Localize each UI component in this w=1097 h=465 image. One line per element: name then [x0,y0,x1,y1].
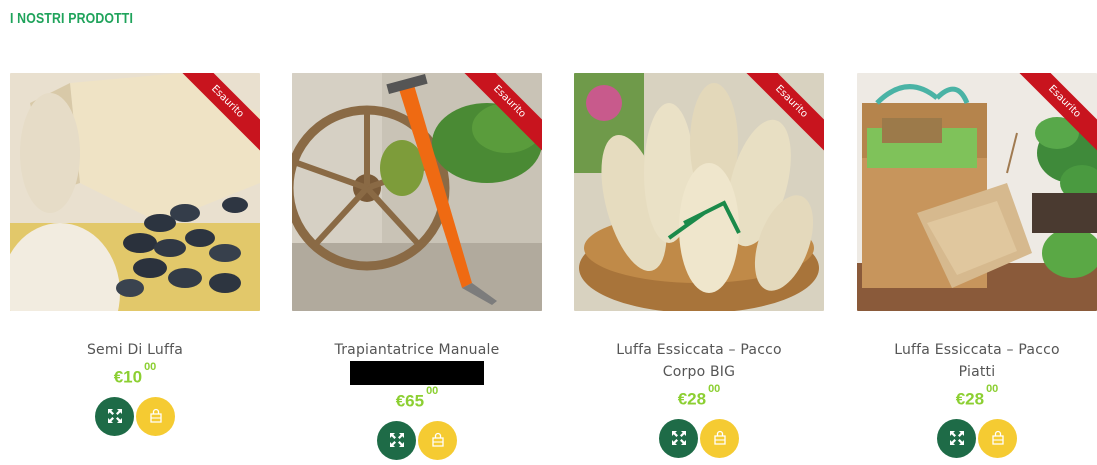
product-card-luffa-piatti[interactable]: Esaurito Luffa Essiccata – Pacco Piatti … [857,73,1097,458]
shopping-bag-icon [149,409,162,423]
product-name-line1[interactable]: Semi Di Luffa [87,342,183,358]
product-image[interactable]: Esaurito [292,73,542,311]
sold-out-ribbon: Esaurito [165,73,260,168]
add-to-cart-button[interactable] [700,418,739,458]
ribbon-label: Esaurito [173,73,260,156]
price-cents: 00 [426,385,439,397]
product-name[interactable]: Semi Di Luffa [10,339,260,361]
expand-arrows-icon [389,433,404,448]
shopping-bag-icon [713,431,726,445]
product-price: €1000 [10,361,260,388]
product-card-luffa-corpo-big[interactable]: Esaurito Luffa Essiccata – Pacco Corpo B… [574,73,824,458]
expand-arrows-icon [107,409,122,424]
quick-view-button[interactable] [659,418,698,458]
quick-view-button[interactable] [937,418,976,458]
price-amount: €28 [955,389,985,409]
redacted-block [350,361,484,385]
product-price: €2800 [857,383,1097,410]
product-price: €2800 [574,383,824,410]
product-card-trapiantatrice[interactable]: Esaurito Trapiantatrice Manuale €6500 [292,73,542,460]
add-to-cart-button[interactable] [978,418,1017,458]
product-image[interactable]: Esaurito [857,73,1097,311]
ribbon-label: Esaurito [737,73,824,156]
product-name-line1[interactable]: Trapiantatrice Manuale [335,342,500,358]
sold-out-ribbon: Esaurito [729,73,824,168]
quick-view-button[interactable] [377,420,416,460]
price-amount: €10 [113,367,143,387]
product-name[interactable]: Luffa Essiccata – Pacco Corpo BIG [574,339,824,383]
product-name-line2[interactable]: Corpo BIG [663,364,735,380]
product-name[interactable]: Luffa Essiccata – Pacco Piatti [857,339,1097,383]
add-to-cart-button[interactable] [136,396,175,436]
product-name-line1[interactable]: Luffa Essiccata – Pacco [894,342,1060,358]
add-to-cart-button[interactable] [418,420,457,460]
product-name-line1[interactable]: Luffa Essiccata – Pacco [616,342,782,358]
product-name-line2[interactable]: Piatti [959,364,996,380]
product-image[interactable]: Esaurito [574,73,824,311]
product-name[interactable]: Trapiantatrice Manuale [292,339,542,385]
price-amount: €28 [677,389,707,409]
quick-view-button[interactable] [95,396,134,436]
sold-out-ribbon: Esaurito [447,73,542,168]
ribbon-label: Esaurito [1010,73,1097,156]
expand-arrows-icon [671,431,686,446]
product-price: €6500 [292,385,542,412]
sold-out-ribbon: Esaurito [1002,73,1097,168]
shopping-bag-icon [991,431,1004,445]
product-card-semi-di-luffa[interactable]: Esaurito Semi Di Luffa €1000 [10,73,260,436]
section-title: I NOSTRI PRODOTTI [10,10,134,27]
price-cents: 00 [708,383,721,395]
expand-arrows-icon [949,431,964,446]
price-amount: €65 [395,391,425,411]
price-cents: 00 [986,383,999,395]
price-cents: 00 [144,361,157,373]
product-image[interactable]: Esaurito [10,73,260,311]
ribbon-label: Esaurito [455,73,542,156]
shopping-bag-icon [431,433,444,447]
